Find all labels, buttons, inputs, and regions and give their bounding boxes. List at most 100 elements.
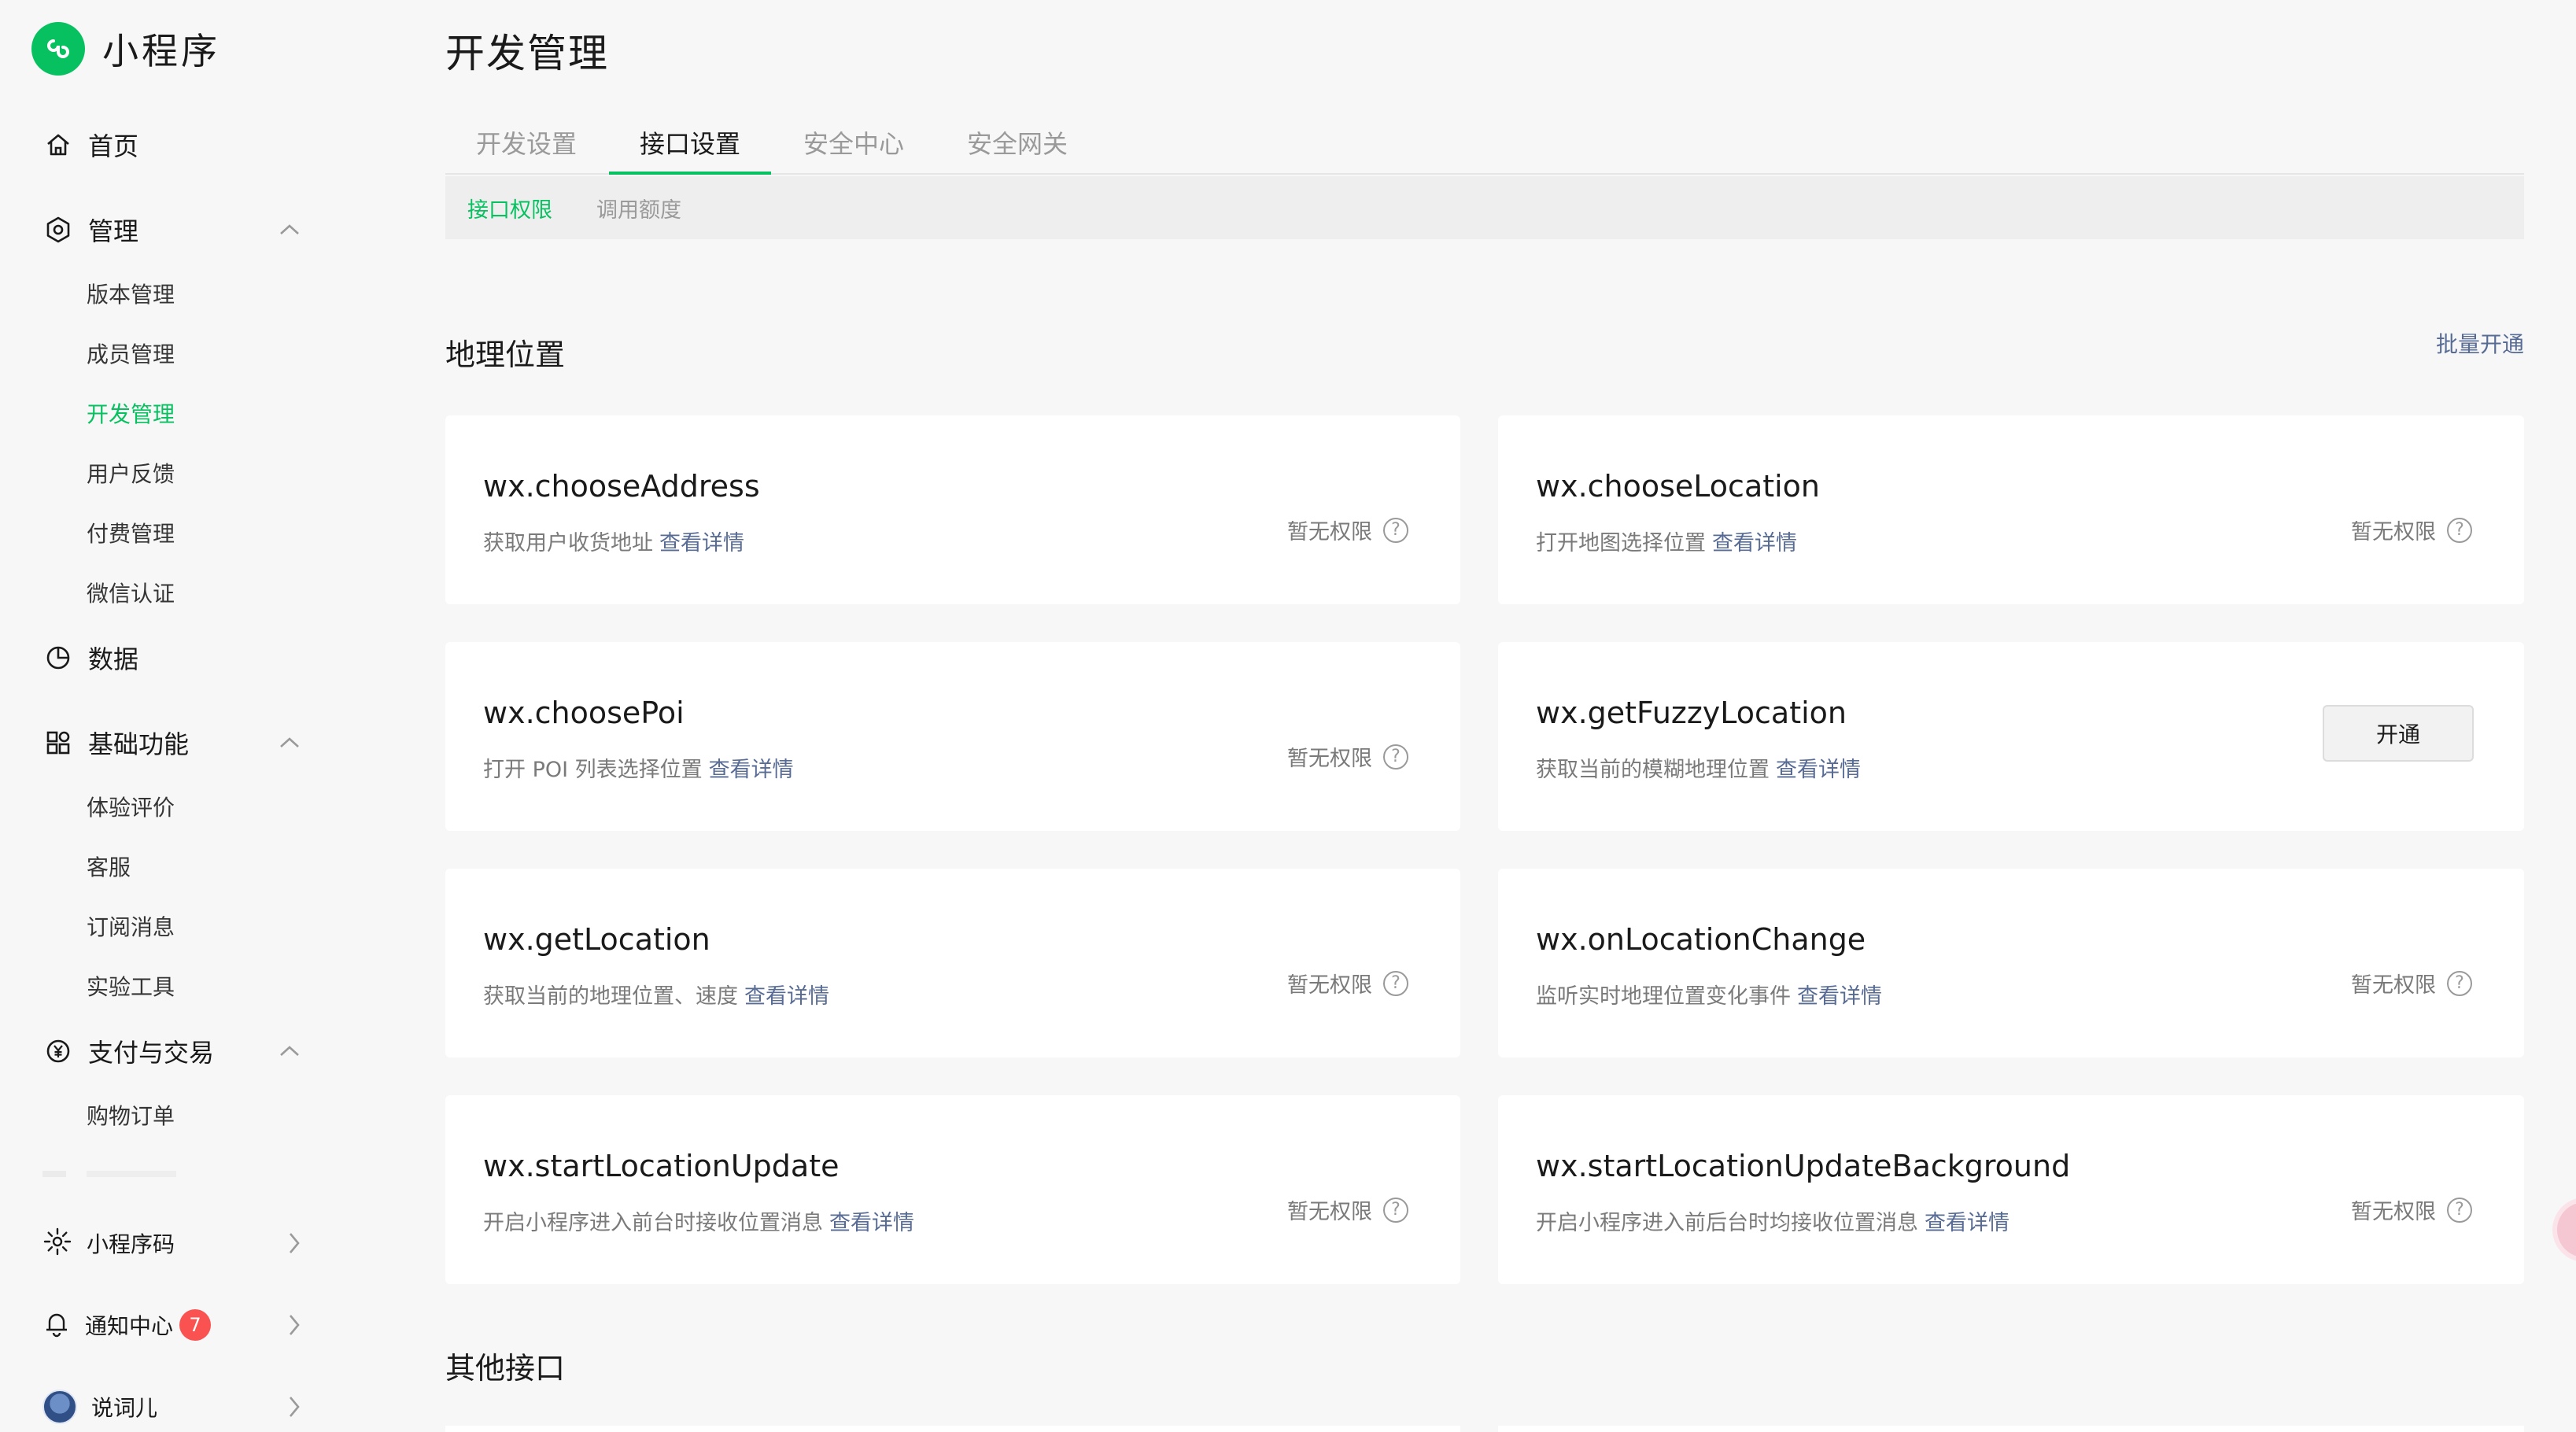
section-title-location: 地理位置 <box>445 338 566 372</box>
view-details-link[interactable]: 查看详情 <box>744 984 829 1009</box>
api-name: wx.onLocationChange <box>1536 922 1866 957</box>
sidebar-item-feedback[interactable]: 用户反馈 <box>87 453 175 493</box>
sidebar-group-pay[interactable]: 支付与交易 <box>42 1028 318 1075</box>
help-circle-icon[interactable]: ? <box>2447 1197 2472 1223</box>
sidebar-item-qrcode[interactable]: 小程序码 <box>42 1220 318 1267</box>
status-text: 暂无权限 <box>1287 973 1372 998</box>
sidebar-group-manage[interactable]: 管理 <box>42 206 318 253</box>
help-circle-icon[interactable]: ? <box>1383 1197 1408 1223</box>
sidebar-item-lab-tools[interactable]: 实验工具 <box>87 966 175 1006</box>
api-name: wx.chooseLocation <box>1536 469 1821 504</box>
api-name: wx.choosePoi <box>483 696 685 730</box>
subtab-api-permission[interactable]: 接口权限 <box>467 193 552 223</box>
sidebar-item-payment[interactable]: 付费管理 <box>87 513 175 552</box>
api-name: wx.getFuzzyLocation <box>1536 696 1847 730</box>
sidebar-item-label: 数据 <box>88 644 139 674</box>
api-name: wx.startLocationUpdate <box>483 1149 840 1183</box>
status-text: 暂无权限 <box>1287 747 1372 771</box>
sidebar-group-label: 管理 <box>88 216 139 246</box>
status-text: 暂无权限 <box>2351 520 2436 544</box>
sidebar-group-label: 支付与交易 <box>88 1038 215 1068</box>
sidebar-item-dev-manage[interactable]: 开发管理 <box>87 393 175 433</box>
api-desc: 开启小程序进入前后台时均接收位置消息 查看详情 <box>1536 1205 2010 1236</box>
chevron-up-icon[interactable] <box>274 727 305 758</box>
status-text: 暂无权限 <box>1287 520 1372 544</box>
tab-security-gateway[interactable]: 安全网关 <box>936 118 1098 175</box>
api-desc-text: 打开地图选择位置 <box>1536 531 1706 555</box>
tab-dev-settings[interactable]: 开发设置 <box>445 118 607 175</box>
subtab-call-quota[interactable]: 调用额度 <box>596 193 681 223</box>
account-name: 说词儿 <box>91 1395 158 1421</box>
sidebar-item-wechat-verify[interactable]: 微信认证 <box>87 573 175 612</box>
view-details-link[interactable]: 查看详情 <box>829 1211 914 1235</box>
status-text: 暂无权限 <box>2351 973 2436 998</box>
help-circle-icon[interactable]: ? <box>1383 970 1408 996</box>
api-name: wx.getLocation <box>483 922 710 957</box>
api-name: wx.startLocationUpdateBackground <box>1536 1149 2071 1183</box>
permission-status: 暂无权限? <box>1287 1194 1408 1225</box>
sidebar-item-subscribe-msg[interactable]: 订阅消息 <box>87 906 175 946</box>
help-circle-icon[interactable]: ? <box>1383 517 1408 543</box>
bulk-enable-link[interactable]: 批量开通 <box>2436 327 2524 359</box>
chevron-right-icon <box>286 1231 302 1259</box>
help-circle-icon[interactable]: ? <box>1383 744 1408 770</box>
yuan-coin-icon <box>42 1035 74 1067</box>
app-name: 小程序 <box>102 30 220 72</box>
api-desc: 打开 POI 列表选择位置 查看详情 <box>483 752 794 783</box>
enable-button[interactable]: 开通 <box>2323 705 2474 762</box>
permission-status: 暂无权限? <box>1287 515 1408 545</box>
tab-api-settings[interactable]: 接口设置 <box>609 118 771 175</box>
sidebar-item-members[interactable]: 成员管理 <box>87 334 175 373</box>
settings-hexagon-icon <box>42 214 74 245</box>
sidebar-item-label: 通知中心 <box>85 1313 174 1339</box>
view-details-link[interactable]: 查看详情 <box>1797 984 1882 1009</box>
permission-status: 暂无权限? <box>2351 1194 2472 1225</box>
sidebar-item-orders[interactable]: 购物订单 <box>87 1095 175 1135</box>
floating-assistant-bubble[interactable] <box>2557 1202 2576 1257</box>
api-desc: 获取当前的模糊地理位置 查看详情 <box>1536 752 1861 783</box>
miniprogram-logo-icon <box>31 22 85 76</box>
sidebar-item-data[interactable]: 数据 <box>42 634 318 681</box>
sidebar-item-version[interactable]: 版本管理 <box>87 274 175 313</box>
status-text: 暂无权限 <box>1287 1200 1372 1224</box>
view-details-link[interactable]: 查看详情 <box>1925 1211 2010 1235</box>
view-details-link[interactable]: 查看详情 <box>659 531 744 555</box>
help-circle-icon[interactable]: ? <box>2447 517 2472 543</box>
sidebar-group-basic[interactable]: 基础功能 <box>42 719 318 766</box>
chevron-up-icon[interactable] <box>274 1035 305 1067</box>
status-text: 暂无权限 <box>2351 1200 2436 1224</box>
api-card: wx.getLocation 获取当前的地理位置、速度 查看详情 暂无权限? <box>445 869 1460 1057</box>
subtab-bar: 接口权限 调用额度 <box>445 176 2524 239</box>
app-root: 小程序 首页 管理 版本管理 成员管理 开发管理 用户反馈 付费管理 微信认证 <box>0 0 2576 1432</box>
sidebar-item-review[interactable]: 体验评价 <box>87 787 175 826</box>
app-logo[interactable]: 小程序 <box>31 22 220 76</box>
section-title-other: 其他接口 <box>445 1351 566 1386</box>
api-desc: 获取当前的地理位置、速度 查看详情 <box>483 979 829 1009</box>
sidebar-item-customer-service[interactable]: 客服 <box>87 847 131 886</box>
chevron-up-icon[interactable] <box>274 214 305 245</box>
api-card: wx.startLocationUpdateBackground 开启小程序进入… <box>1498 1095 2524 1284</box>
next-card-edge <box>445 1426 1460 1432</box>
api-desc: 打开地图选择位置 查看详情 <box>1536 526 1797 556</box>
chevron-right-icon <box>286 1312 302 1341</box>
api-desc-text: 获取用户收货地址 <box>483 531 653 555</box>
sidebar-item-home[interactable]: 首页 <box>42 121 318 168</box>
tab-security-center[interactable]: 安全中心 <box>773 118 935 175</box>
api-desc: 获取用户收货地址 查看详情 <box>483 526 744 556</box>
sidebar-item-notifications[interactable]: 通知中心 7 <box>42 1301 318 1349</box>
api-desc: 监听实时地理位置变化事件 查看详情 <box>1536 979 1882 1009</box>
view-details-link[interactable]: 查看详情 <box>1776 758 1861 782</box>
view-details-link[interactable]: 查看详情 <box>709 758 794 782</box>
next-card-edge <box>1498 1426 2524 1432</box>
api-name: wx.chooseAddress <box>483 469 760 504</box>
sidebar: 小程序 首页 管理 版本管理 成员管理 开发管理 用户反馈 付费管理 微信认证 <box>0 0 338 1432</box>
help-circle-icon[interactable]: ? <box>2447 970 2472 996</box>
view-details-link[interactable]: 查看详情 <box>1712 531 1797 555</box>
scroll-fade <box>42 1171 200 1177</box>
api-card: wx.chooseAddress 获取用户收货地址 查看详情 暂无权限? <box>445 415 1460 604</box>
notification-count-badge: 7 <box>179 1309 212 1341</box>
tab-bar: 开发设置 接口设置 安全中心 安全网关 <box>445 118 2524 175</box>
api-card: wx.getFuzzyLocation 获取当前的模糊地理位置 查看详情 开通 <box>1498 642 2524 831</box>
sidebar-item-account[interactable]: 说词儿 <box>42 1383 318 1430</box>
api-desc-text: 获取当前的模糊地理位置 <box>1536 758 1770 782</box>
